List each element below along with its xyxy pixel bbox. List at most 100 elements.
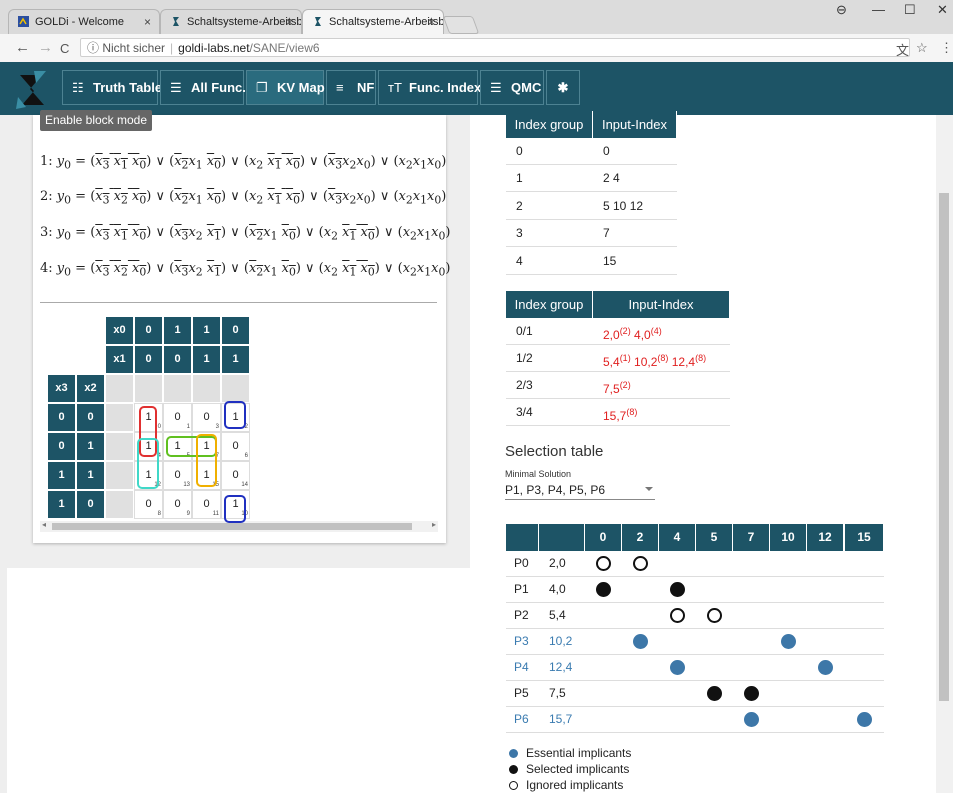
selection-col-header: 0 — [585, 524, 622, 551]
tab-close-icon[interactable]: × — [428, 10, 435, 34]
security-indicator[interactable]: ⓘ Nicht sicher — [87, 41, 165, 55]
new-tab-button[interactable] — [442, 16, 480, 34]
back-icon[interactable]: ← — [15, 39, 30, 56]
tab-schaltsysteme-2[interactable]: Schaltsysteme-Arbeitsblä × — [302, 9, 444, 34]
tab-goldi-welcome[interactable]: GOLDi - Welcome × — [8, 9, 160, 34]
selection-row[interactable]: P1 4,0 — [506, 577, 884, 603]
bookmark-star-icon[interactable]: ☆ — [916, 40, 928, 56]
nav-truth-table[interactable]: ☷ Truth Table — [62, 70, 162, 105]
kv-cell-value: 0 — [145, 498, 152, 510]
maximize-icon[interactable]: ☐ — [904, 2, 916, 18]
close-window-icon[interactable]: ✕ — [937, 2, 948, 18]
kv-cell-index: 6 — [244, 453, 248, 459]
url-field[interactable]: ⓘ Nicht sicher | goldi-labs.net/SANE/view6 — [80, 38, 910, 57]
qmc-icon: ☰ — [490, 80, 502, 95]
chevron-down-icon — [645, 487, 653, 491]
scroll-right-icon[interactable]: ▸ — [432, 520, 436, 529]
tab-schaltsysteme-1[interactable]: Schaltsysteme-Arbeitsblä × — [160, 9, 302, 34]
forward-icon[interactable]: → — [38, 39, 53, 56]
kv-header-cell: 1 — [192, 316, 221, 345]
kv-cell-index: 13 — [183, 482, 190, 488]
url-host: goldi-labs.net — [178, 41, 250, 55]
reload-icon[interactable]: C — [60, 41, 69, 56]
kv-cell[interactable]: 01 — [163, 403, 192, 432]
table-cell: 3/4 — [506, 399, 593, 426]
kv-blank-cell — [105, 374, 134, 403]
nav-label: Func. Index — [409, 80, 482, 95]
sane-logo-icon[interactable] — [12, 69, 54, 111]
kv-header-cell: 0 — [134, 345, 163, 374]
implicant-name: P2 — [514, 608, 529, 622]
legend-ignored-icon — [509, 781, 518, 790]
kv-cell[interactable]: 0 13 — [163, 461, 192, 490]
table-cell: 7,5(2) — [593, 372, 730, 399]
scroll-thumb[interactable] — [52, 523, 412, 530]
tab-close-icon[interactable]: × — [286, 10, 293, 34]
table-header: Index group — [506, 111, 593, 138]
selection-row[interactable]: P5 7,5 — [506, 681, 884, 707]
tab-title: Schaltsysteme-Arbeitsblä — [187, 16, 302, 28]
implicant-text: 2,0 — [603, 328, 620, 342]
nav-label: QMC — [511, 80, 542, 95]
selection-row[interactable]: P4 12,4 — [506, 655, 884, 681]
tab-close-icon[interactable]: × — [144, 10, 151, 34]
lines-icon: ≡ — [336, 80, 344, 95]
essential-marker — [744, 712, 759, 727]
scroll-left-icon[interactable]: ◂ — [42, 520, 46, 529]
equation-1: 1: y0 = (x3 x1 x0) ∨ (x2x1 x0) ∨ (x2 x1 … — [40, 154, 447, 172]
minimize-icon[interactable]: — — [872, 2, 885, 17]
implicant-count: (2) — [619, 326, 631, 336]
selection-row[interactable]: P2 5,4 — [506, 603, 884, 629]
kv-header-cell: 0 — [134, 316, 163, 345]
implicant-text: 12,4 — [671, 355, 696, 369]
kv-header-cell: 1 — [163, 316, 192, 345]
kv-cell[interactable]: 03 — [192, 403, 221, 432]
translate-icon[interactable]: 文 — [896, 40, 909, 59]
table-cell: 4 — [506, 248, 593, 275]
kv-blank-cell — [221, 374, 250, 403]
essential-marker — [857, 712, 872, 727]
nav-func-index[interactable]: ᴛT Func. Index — [378, 70, 482, 105]
minimal-solution-select[interactable]: P1, P3, P4, P5, P6 — [505, 481, 655, 500]
enable-block-mode-button[interactable]: Enable block mode — [40, 110, 152, 131]
nav-all-func[interactable]: ☰ All Func. — [160, 70, 246, 105]
ignored-marker — [670, 608, 685, 623]
selection-row[interactable]: P0 2,0 — [506, 551, 884, 577]
nav-label: Truth Table — [93, 80, 163, 95]
implicant-text: 5,4 — [603, 355, 620, 369]
app-toolbar: ☷ Truth Table ☰ All Func. ❐ KV Map ≡ NF ᴛT Fu… — [0, 62, 953, 115]
nav-qmc[interactable]: ☰ QMC — [480, 70, 544, 105]
kv-header-cell: 1 — [221, 345, 250, 374]
kv-cell[interactable]: 09 — [163, 490, 192, 519]
kv-cell-index: 3 — [215, 424, 219, 430]
kv-blank-cell — [163, 374, 192, 403]
kv-blank-cell — [105, 432, 134, 461]
kv-cell-index: 14 — [241, 482, 248, 488]
implicant-text: 15,7 — [603, 409, 627, 423]
tab-title: Schaltsysteme-Arbeitsblä — [329, 16, 444, 28]
ignored-marker — [633, 556, 648, 571]
selection-row[interactable]: P3 10,2 — [506, 629, 884, 655]
vertical-scrollbar[interactable] — [936, 115, 953, 793]
essential-marker — [670, 660, 685, 675]
browser-menu-icon[interactable]: ⋮ — [940, 40, 953, 56]
table-cell: 15,7(8) — [593, 399, 730, 426]
kv-cell[interactable]: 06 — [221, 432, 250, 461]
nav-nf[interactable]: ≡ NF — [326, 70, 376, 105]
nav-kv-map[interactable]: ❐ KV Map — [246, 70, 325, 105]
kv-cell[interactable]: 08 — [134, 490, 163, 519]
kv-cell[interactable]: 0 14 — [221, 461, 250, 490]
settings-button[interactable]: ✱ — [546, 70, 580, 105]
scroll-thumb[interactable] — [939, 193, 949, 701]
table-cell: 15 — [593, 248, 677, 275]
sane-favicon-icon — [315, 17, 321, 26]
kv-cell[interactable]: 0 11 — [192, 490, 221, 519]
kv-header-cell: 1 — [192, 345, 221, 374]
nav-label: KV Map — [277, 80, 325, 95]
kv-blank-cell — [134, 374, 163, 403]
kv-header-cell: 0 — [76, 403, 105, 432]
nav-label: All Func. — [191, 80, 246, 95]
kv-header-cell: x2 — [76, 374, 105, 403]
selection-row[interactable]: P6 15,7 — [506, 707, 884, 733]
profile-icon[interactable]: ⊖ — [836, 2, 847, 18]
